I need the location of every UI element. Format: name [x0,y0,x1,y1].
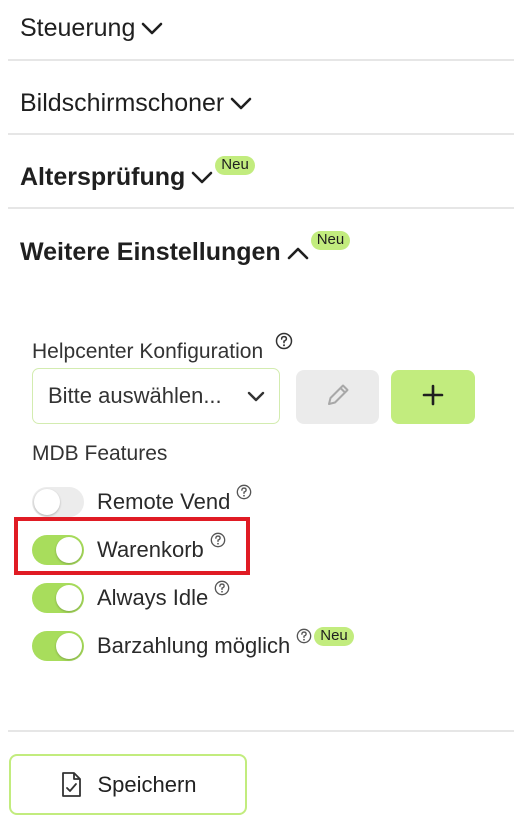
new-badge: Neu [314,626,354,646]
help-icon[interactable] [236,484,252,505]
pencil-icon [324,381,352,414]
barzahlung-toggle[interactable] [32,631,84,661]
highlight-box [14,517,250,575]
save-file-icon [62,771,82,797]
help-icon[interactable] [296,628,312,649]
new-badge: Neu [310,231,351,250]
section-bildschirmschoner: Bildschirmschoner [8,59,514,135]
edit-button[interactable] [296,370,379,424]
save-label: Speichern [97,771,197,797]
chevron-down-icon [230,89,252,118]
section-header-bildschirmschoner[interactable]: Bildschirmschoner [20,89,252,118]
section-header-alterspruefung[interactable]: Altersprüfung Neu [20,156,255,192]
help-icon[interactable] [275,332,293,356]
feature-row-always-idle: Always Idle [32,580,230,613]
section-steuerung: Steuerung [8,0,514,61]
chevron-down-icon [191,163,213,192]
feature-label: Barzahlung möglich [97,633,291,658]
divider [8,730,514,732]
feature-row-barzahlung: Barzahlung möglich Neu [32,626,354,661]
remote-vend-toggle[interactable] [32,487,84,517]
toggle-knob [34,489,60,515]
chevron-up-icon [287,238,309,267]
chevron-down-icon [247,383,265,409]
always-idle-toggle[interactable] [32,583,84,613]
plus-icon [422,384,444,411]
section-header-steuerung[interactable]: Steuerung [20,14,163,43]
section-header-weitere-einstellungen[interactable]: Weitere Einstellungen Neu [20,231,351,267]
help-icon[interactable] [214,580,230,601]
chevron-down-icon [141,14,163,43]
mdb-features-label: MDB Features [32,442,168,465]
feature-row-remote-vend: Remote Vend [32,484,252,517]
section-title: Bildschirmschoner [20,89,225,117]
section-title: Steuerung [20,14,136,42]
feature-label: Always Idle [97,585,209,610]
helpcenter-label-text: Helpcenter Konfiguration [32,340,264,363]
save-button[interactable]: Speichern [9,754,247,815]
section-title: Weitere Einstellungen [20,238,281,266]
helpcenter-label: Helpcenter Konfiguration [32,332,293,364]
toggle-knob [56,633,82,659]
add-button[interactable] [391,370,475,424]
toggle-knob [56,585,82,611]
section-title: Altersprüfung [20,163,186,191]
helpcenter-select-value: Bitte auswählen... [48,383,222,408]
feature-label: Remote Vend [97,489,231,514]
helpcenter-select[interactable]: Bitte auswählen... [32,368,280,424]
section-alterspruefung: Altersprüfung Neu [8,133,514,209]
new-badge: Neu [215,156,255,175]
